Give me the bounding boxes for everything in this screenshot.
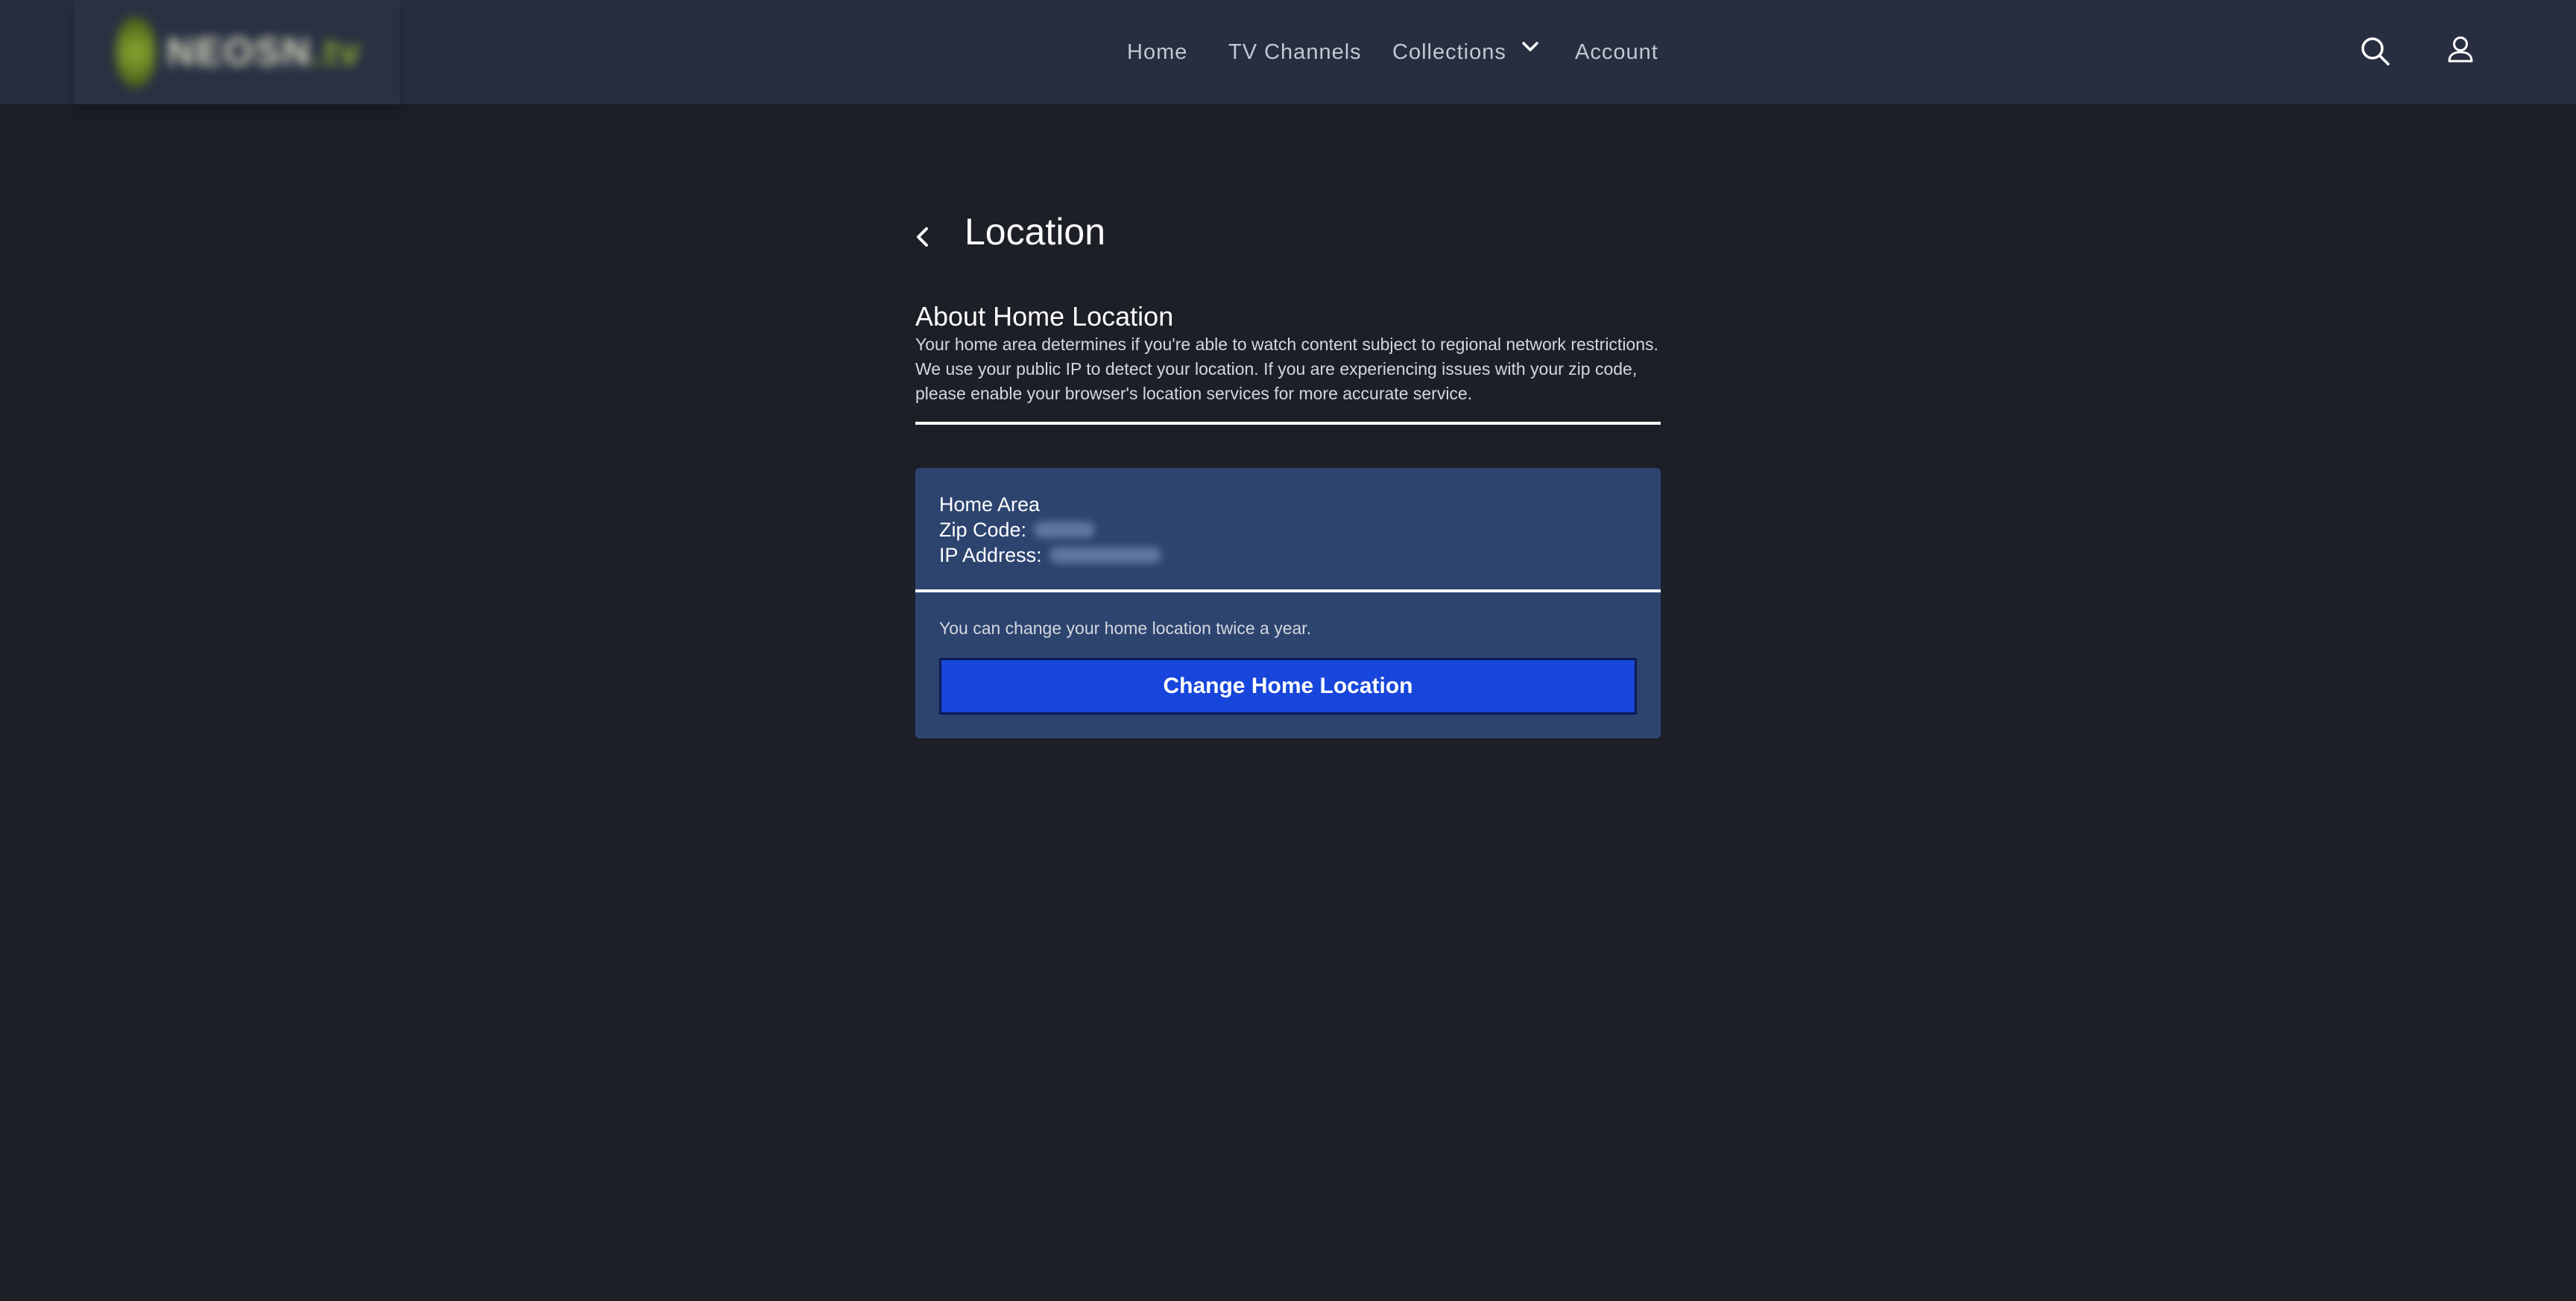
top-navigation-bar: NEOSN.tv Home TV Channels Collections Ac… <box>0 0 2576 104</box>
ip-address-value-redacted <box>1049 547 1161 563</box>
zip-code-value-redacted <box>1034 522 1096 538</box>
chevron-down-icon[interactable] <box>1521 37 1540 57</box>
logo-container[interactable]: NEOSN.tv <box>75 0 400 104</box>
nav-account[interactable]: Account <box>1575 40 1658 65</box>
home-area-heading: Home Area <box>939 493 1041 516</box>
zip-code-row: Zip Code: <box>939 517 1161 542</box>
zip-code-label: Zip Code: <box>939 519 1027 541</box>
ip-address-label: IP Address: <box>939 544 1042 566</box>
change-home-location-button[interactable]: Change Home Location <box>939 658 1637 715</box>
home-area-info: Home Area Zip Code: IP Address: <box>939 492 1161 568</box>
user-icon[interactable] <box>2442 33 2479 70</box>
nav-tv-channels[interactable]: TV Channels <box>1228 40 1362 65</box>
about-home-location-description: Your home area determines if you're able… <box>915 335 1658 403</box>
logo: NEOSN.tv <box>116 15 362 89</box>
section-divider <box>915 422 1661 425</box>
home-area-card: Home Area Zip Code: IP Address: You can … <box>915 468 1661 738</box>
logo-mark-icon <box>116 16 157 88</box>
card-divider <box>915 589 1661 592</box>
page-title: Location <box>965 211 1106 253</box>
about-home-location-heading: About Home Location <box>915 301 1174 332</box>
nav-collections[interactable]: Collections <box>1392 40 1506 65</box>
logo-text: NEOSN.tv <box>166 31 362 74</box>
nav-home[interactable]: Home <box>1127 40 1187 65</box>
back-chevron-icon[interactable] <box>911 224 933 250</box>
search-icon[interactable] <box>2357 33 2394 70</box>
ip-address-row: IP Address: <box>939 542 1161 568</box>
change-limit-note: You can change your home location twice … <box>939 618 1312 638</box>
